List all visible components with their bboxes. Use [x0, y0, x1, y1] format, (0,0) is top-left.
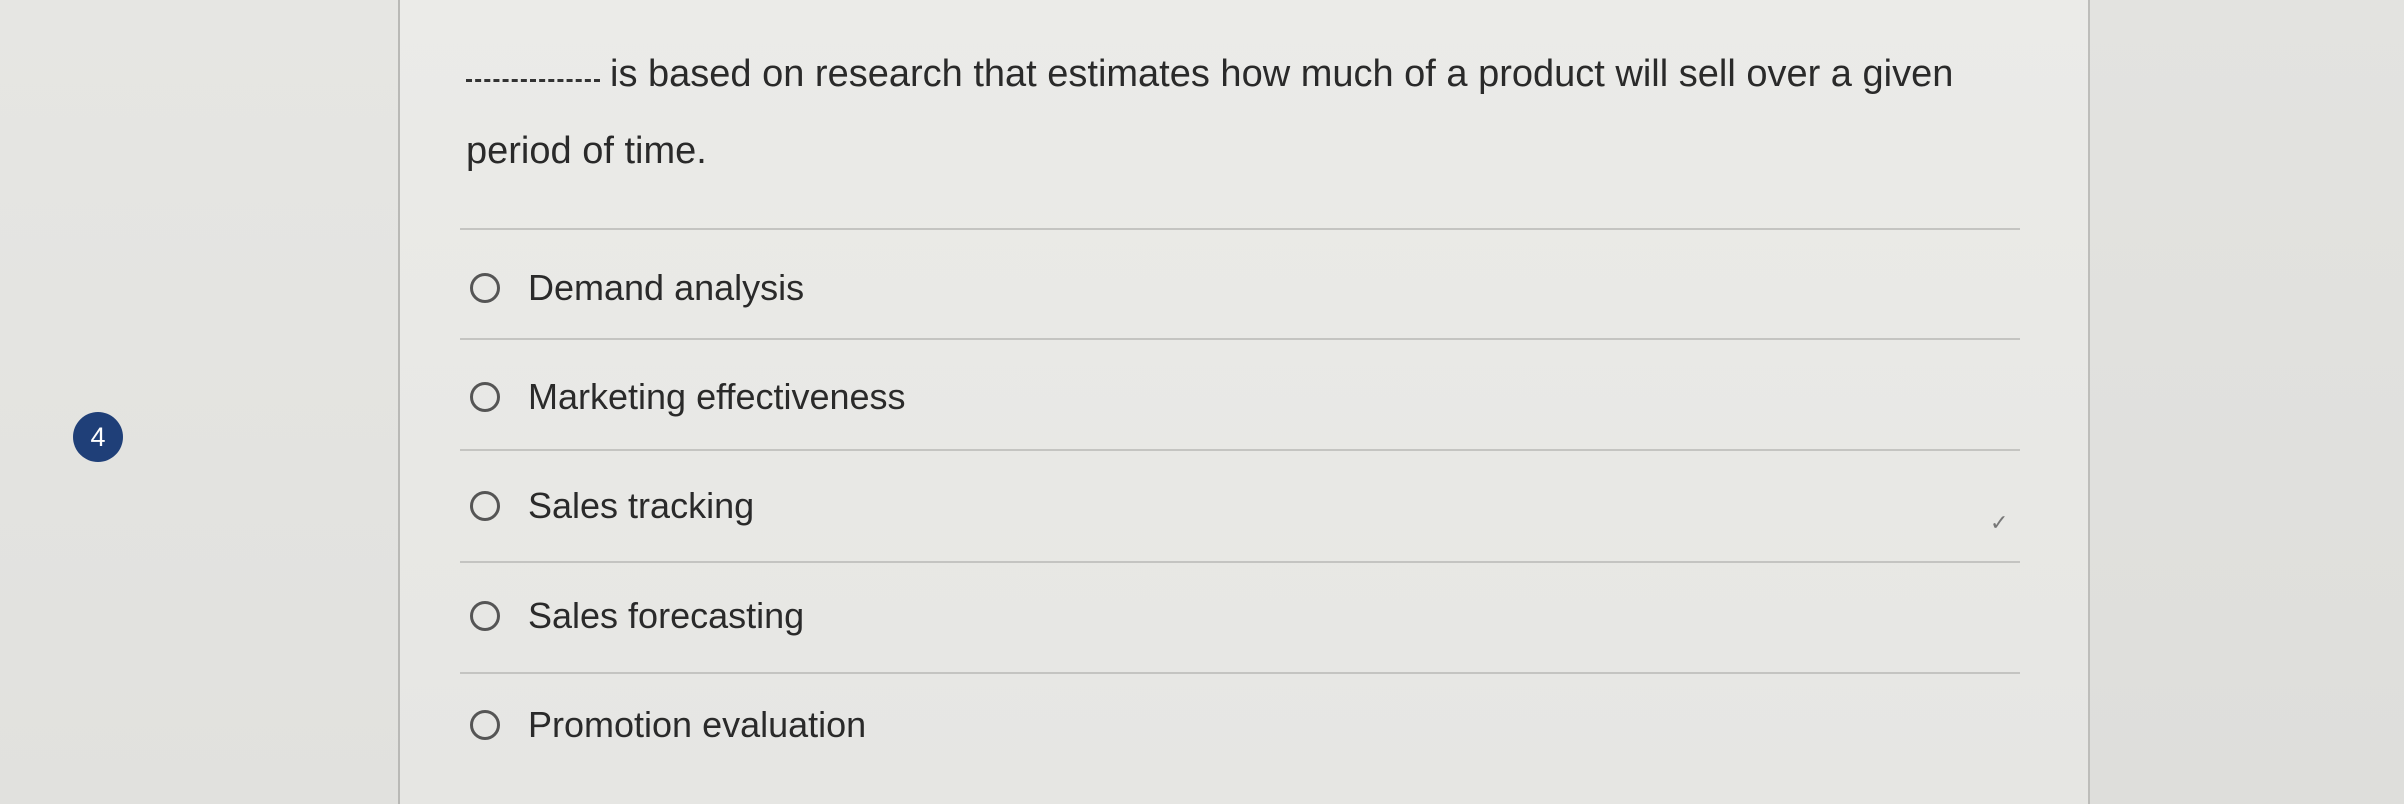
option-label: Sales tracking: [528, 485, 755, 526]
divider: [460, 228, 2020, 230]
radio-button[interactable]: [470, 273, 500, 303]
question-number-badge: 4: [73, 412, 123, 462]
question-panel: is based on research that estimates how …: [398, 0, 2090, 804]
option-label: Marketing effectiveness: [528, 376, 906, 417]
check-icon: ✓: [1990, 510, 2009, 535]
radio-button[interactable]: [470, 601, 500, 631]
option-sales-tracking[interactable]: Sales tracking: [470, 476, 754, 536]
left-gutter: [0, 0, 400, 804]
right-gutter: [2090, 0, 2404, 804]
question-prompt: is based on research that estimates how …: [466, 36, 2026, 190]
divider: [460, 672, 2020, 674]
fill-in-blank: [466, 69, 600, 83]
divider: [460, 338, 2020, 340]
divider: [460, 561, 2020, 563]
option-label: Demand analysis: [528, 267, 805, 308]
radio-button[interactable]: [470, 710, 500, 740]
option-sales-forecasting[interactable]: Sales forecasting: [470, 586, 804, 646]
option-promotion-evaluation[interactable]: Promotion evaluation: [470, 695, 866, 755]
option-demand-analysis[interactable]: Demand analysis: [470, 258, 804, 318]
radio-button[interactable]: [470, 491, 500, 521]
option-marketing-effectiveness[interactable]: Marketing effectiveness: [470, 367, 906, 427]
radio-button[interactable]: [470, 382, 500, 412]
divider: [460, 449, 2020, 451]
option-label: Promotion evaluation: [528, 704, 867, 745]
option-label: Sales forecasting: [528, 595, 805, 636]
question-text: is based on research that estimates how …: [466, 53, 1954, 172]
